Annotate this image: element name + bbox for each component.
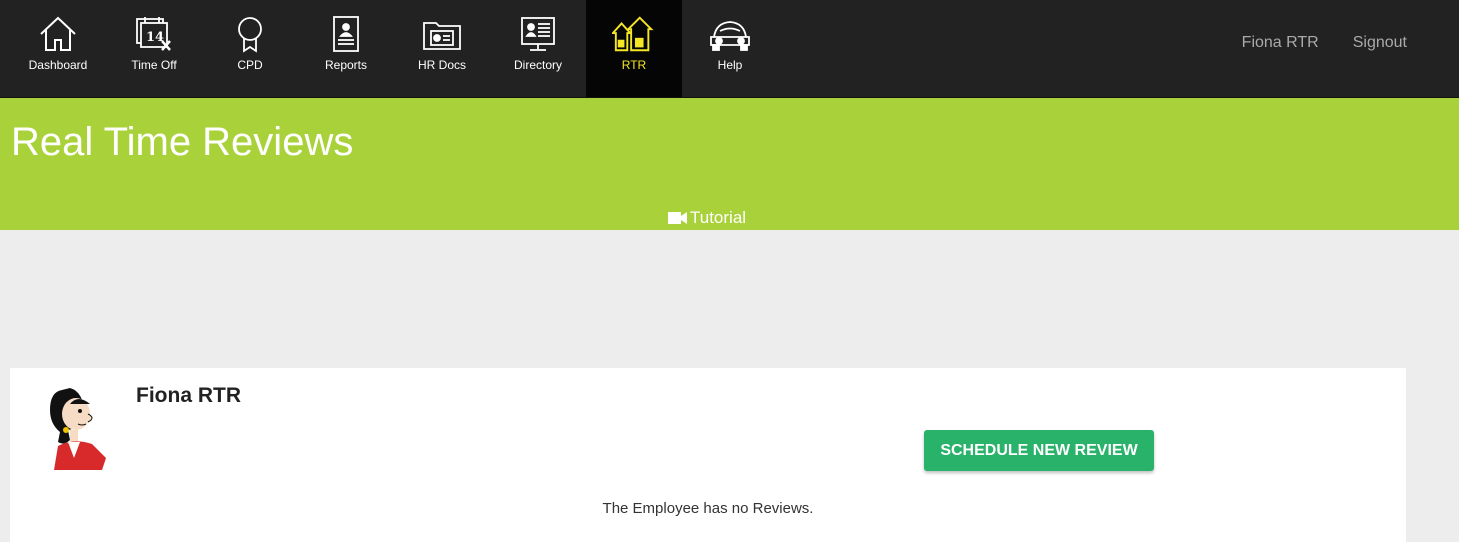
signout-link[interactable]: Signout bbox=[1353, 34, 1407, 52]
tutorial-link[interactable]: Tutorial bbox=[668, 208, 746, 228]
nav-label: Dashboard bbox=[28, 58, 88, 72]
nav-item-rtr[interactable]: RTR bbox=[586, 0, 682, 97]
nav-label: Reports bbox=[324, 58, 368, 72]
top-navbar: Dashboard 14 Time Off CPD Reports HR Doc… bbox=[0, 0, 1459, 98]
home-icon bbox=[36, 14, 80, 54]
calendar-icon: 14 bbox=[132, 14, 176, 54]
avatar bbox=[40, 384, 112, 472]
nav-item-help[interactable]: Help bbox=[682, 0, 778, 97]
nav-label: Directory bbox=[513, 58, 562, 72]
directory-monitor-icon bbox=[516, 14, 560, 54]
award-ribbon-icon bbox=[228, 14, 272, 54]
employee-name: Fiona RTR bbox=[136, 384, 241, 407]
nav-label: CPD bbox=[237, 58, 263, 72]
nav-item-cpd[interactable]: CPD bbox=[202, 0, 298, 97]
user-name-link[interactable]: Fiona RTR bbox=[1242, 34, 1319, 52]
nav-item-hr-docs[interactable]: HR Docs bbox=[394, 0, 490, 97]
tutorial-label: Tutorial bbox=[690, 208, 747, 227]
schedule-new-review-button[interactable]: SCHEDULE NEW REVIEW bbox=[924, 430, 1154, 471]
nav-items: Dashboard 14 Time Off CPD Reports HR Doc… bbox=[10, 0, 778, 97]
car-icon bbox=[708, 14, 752, 54]
employee-card: Fiona RTR SCHEDULE NEW REVIEW The Employ… bbox=[10, 368, 1406, 542]
report-document-icon bbox=[324, 14, 368, 54]
folder-id-icon bbox=[420, 14, 464, 54]
nav-item-time-off[interactable]: 14 Time Off bbox=[106, 0, 202, 97]
nav-label: Time Off bbox=[131, 58, 177, 72]
nav-item-directory[interactable]: Directory bbox=[490, 0, 586, 97]
empty-reviews-message: The Employee has no Reviews. bbox=[602, 500, 814, 517]
nav-label: RTR bbox=[621, 58, 647, 72]
nav-label: HR Docs bbox=[417, 58, 466, 72]
nav-item-reports[interactable]: Reports bbox=[298, 0, 394, 97]
page-title: Real Time Reviews bbox=[11, 120, 354, 164]
calendar-day: 14 bbox=[146, 30, 164, 45]
user-menu: Fiona RTR Signout bbox=[1242, 34, 1407, 52]
rtr-arrows-icon bbox=[612, 14, 656, 54]
page-banner: Real Time Reviews Tutorial bbox=[0, 98, 1459, 230]
nav-label: Help bbox=[717, 58, 743, 72]
video-camera-icon bbox=[668, 212, 687, 224]
nav-item-dashboard[interactable]: Dashboard bbox=[10, 0, 106, 97]
